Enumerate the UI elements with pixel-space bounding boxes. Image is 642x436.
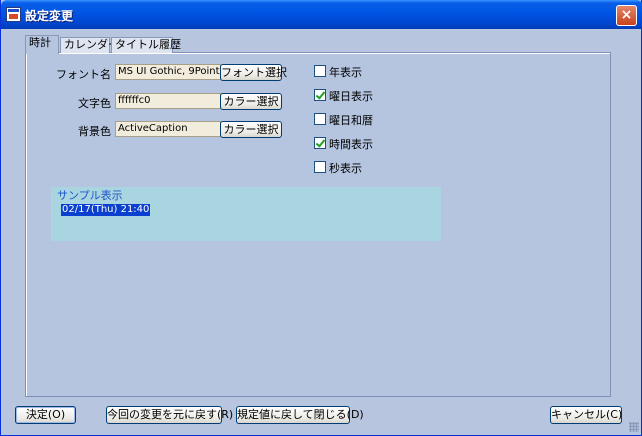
bg-color-select-button[interactable]: カラー選択 bbox=[220, 121, 282, 138]
tab-clock[interactable]: 時計 bbox=[25, 35, 59, 54]
window-title: 設定変更 bbox=[25, 9, 74, 23]
revert-button[interactable]: 今回の変更を元に戻す(R) bbox=[106, 406, 233, 424]
font-select-button[interactable]: フォント選択 bbox=[220, 64, 287, 81]
text-color-select-button[interactable]: カラー選択 bbox=[220, 93, 282, 110]
checkbox-label: 曜日和暦 bbox=[329, 114, 373, 127]
sample-preview-text: 02/17(Thu) 21:40 bbox=[61, 204, 151, 216]
checkbox-label: 曜日表示 bbox=[329, 90, 373, 103]
checkbox-label: 秒表示 bbox=[329, 162, 362, 175]
close-button[interactable]: × bbox=[616, 5, 637, 26]
tab-title-history[interactable]: タイトル履歴 bbox=[111, 37, 181, 53]
reset-and-close-button[interactable]: 規定値に戻して閉じる(D) bbox=[236, 406, 364, 424]
bg-color-label: 背景色 bbox=[78, 125, 111, 138]
checkbox-weekday-japanese[interactable] bbox=[314, 113, 326, 125]
bg-color-field[interactable]: ActiveCaption bbox=[115, 121, 221, 137]
checkbox-show-seconds[interactable] bbox=[314, 161, 326, 173]
font-name-field[interactable]: MS UI Gothic, 9Point bbox=[115, 64, 221, 80]
title-bar[interactable]: 設定変更 × bbox=[1, 0, 642, 29]
tab-calendar[interactable]: カレンダー bbox=[60, 37, 119, 53]
checkbox-show-time[interactable] bbox=[314, 137, 326, 149]
checkbox-label: 年表示 bbox=[329, 66, 362, 79]
ok-button[interactable]: 決定(O) bbox=[15, 406, 76, 424]
cancel-button[interactable]: キャンセル(C) bbox=[550, 406, 622, 424]
text-color-label: 文字色 bbox=[78, 97, 111, 110]
checkbox-show-year[interactable] bbox=[314, 65, 326, 77]
font-name-label: フォント名 bbox=[56, 68, 111, 81]
checkbox-label: 時間表示 bbox=[329, 138, 373, 151]
settings-window: 設定変更 × 時計 カレンダー タイトル履歴 フォント名 MS UI Gothi… bbox=[0, 0, 642, 436]
sample-preview-title: サンプル表示 bbox=[57, 189, 123, 202]
checkbox-show-weekday[interactable] bbox=[314, 89, 326, 101]
app-settings-icon[interactable] bbox=[6, 7, 21, 22]
text-color-field[interactable]: ffffffc0 bbox=[115, 93, 221, 109]
resize-grip-icon[interactable] bbox=[629, 422, 639, 432]
